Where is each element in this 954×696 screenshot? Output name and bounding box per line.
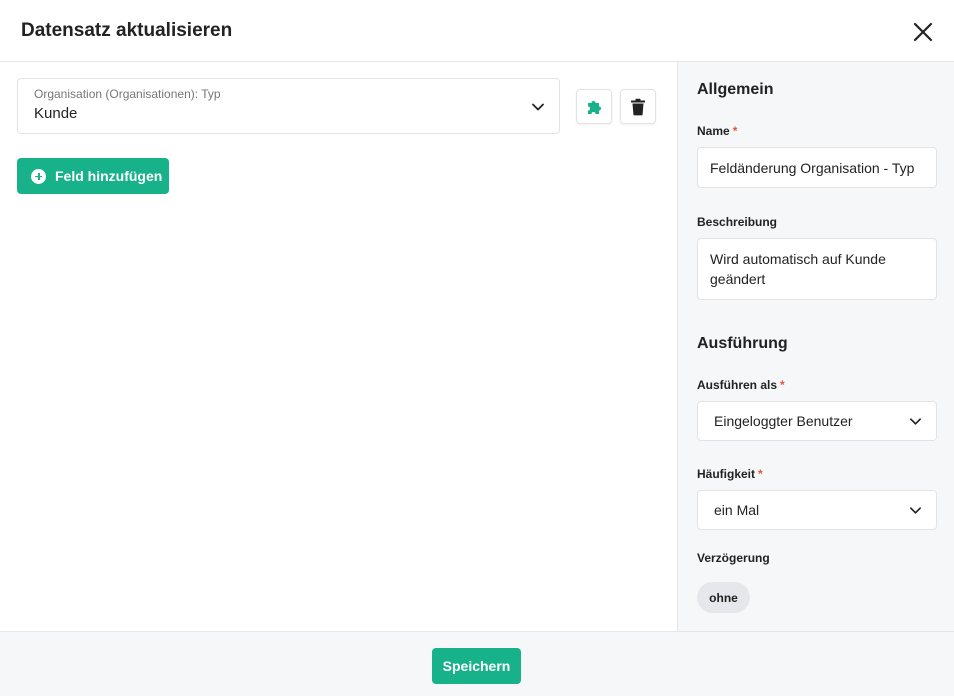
- chevron-down-icon: [910, 507, 921, 514]
- required-marker: *: [758, 467, 763, 481]
- general-section-title: Allgemein: [697, 81, 774, 98]
- puzzle-icon: [588, 100, 601, 114]
- close-button[interactable]: [912, 21, 934, 43]
- description-label: Beschreibung: [697, 215, 778, 229]
- name-label: Name *: [697, 124, 738, 138]
- main-panel: Organisation (Organisationen): Typ Kunde…: [0, 62, 677, 631]
- puzzle-button[interactable]: [576, 89, 612, 124]
- add-field-button[interactable]: Feld hinzufügen: [17, 158, 169, 194]
- name-input[interactable]: Feldänderung Organisation - Typ: [697, 147, 937, 188]
- close-icon: [913, 22, 933, 42]
- dialog-header: Datensatz aktualisieren: [0, 0, 954, 62]
- run-as-label: Ausführen als *: [697, 378, 785, 392]
- required-marker: *: [732, 124, 738, 138]
- plus-circle-icon: [31, 168, 46, 184]
- delay-label: Verzögerung: [697, 551, 770, 565]
- execution-section-title: Ausführung: [697, 335, 788, 352]
- chevron-down-icon: [910, 418, 921, 425]
- settings-sidebar: Allgemein Name * Feldänderung Organisatio…: [677, 62, 954, 631]
- field-select-value: Kunde: [34, 105, 78, 122]
- chevron-down-icon: [532, 103, 544, 111]
- dialog-footer: Speichern: [0, 631, 954, 696]
- field-select[interactable]: Organisation (Organisationen): Typ Kunde: [17, 78, 560, 134]
- required-marker: *: [780, 378, 785, 392]
- add-field-label: Feld hinzufügen: [55, 168, 163, 184]
- frequency-label: Häufigkeit *: [697, 467, 763, 481]
- field-select-label: Organisation (Organisationen): Typ: [34, 87, 221, 101]
- frequency-value: ein Mal: [714, 502, 760, 518]
- frequency-select[interactable]: ein Mal: [697, 490, 937, 530]
- description-textarea[interactable]: Wird automatisch auf Kunde geändert: [697, 238, 937, 300]
- dialog-title: Datensatz aktualisieren: [21, 19, 233, 41]
- delete-button[interactable]: [620, 89, 656, 124]
- run-as-select[interactable]: Eingeloggter Benutzer: [697, 401, 937, 441]
- run-as-value: Eingeloggter Benutzer: [714, 413, 853, 429]
- trash-icon: [631, 98, 645, 115]
- save-button[interactable]: Speichern: [432, 648, 521, 684]
- delay-chip[interactable]: ohne: [697, 582, 750, 613]
